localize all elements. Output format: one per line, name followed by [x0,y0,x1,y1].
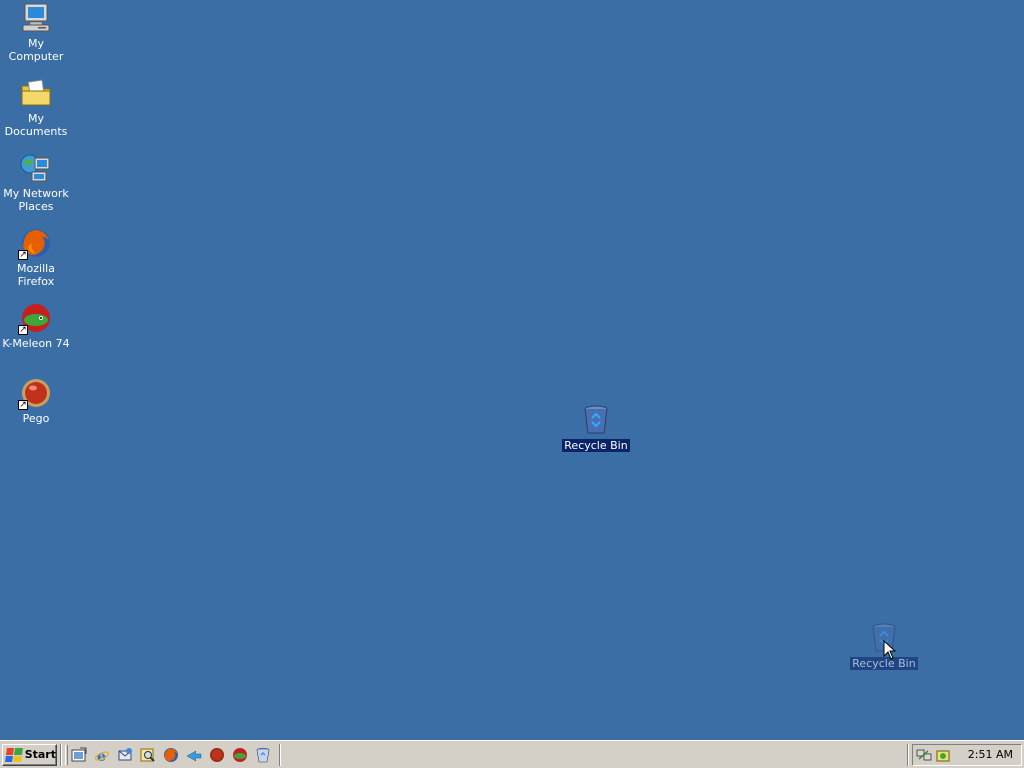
recycle-bin-icon[interactable] [255,747,271,763]
k-meleon-icon: ↗ [18,302,52,335]
outlook-express-icon[interactable] [117,747,133,763]
shortcut-arrow-icon: ↗ [18,250,28,260]
network-places-icon [20,152,52,184]
desktop-icon-network-places[interactable]: My Network Places [0,152,74,213]
desktop-icon-label: My Computer [8,37,64,63]
windows-logo-icon [5,747,23,762]
desktop-icon-my-documents[interactable]: My Documents [0,77,74,138]
security-icon[interactable] [935,747,951,763]
desktop-icon-firefox[interactable]: ↗ Mozilla Firefox [0,227,74,288]
desktop-icon-label: My Documents [4,112,68,138]
taskbar: Start e 2:51 AM [0,740,1024,768]
desktop-icon-label: K-Meleon 74 [2,337,70,350]
desktop-icon-recycle-bin[interactable]: Recycle Bin [558,404,634,452]
shortcut-arrow-icon: ↗ [18,400,28,410]
start-label: Start [24,748,56,761]
desktop-icon-k-meleon[interactable]: ↗ K-Meleon 74 [0,302,74,350]
desktop[interactable]: My Computer My Documents My Network Plac… [0,0,1024,740]
desktop-icon-label: My Network Places [3,187,69,213]
quick-launch-bar: e [71,747,271,763]
search-icon[interactable] [140,747,156,763]
desktop-icon-my-computer[interactable]: My Computer [0,2,74,63]
my-computer-icon [20,2,52,34]
task-buttons-area[interactable] [284,744,907,766]
desktop-icon-label: Mozilla Firefox [17,262,55,288]
pego-icon: ↗ [18,377,52,410]
svg-text:e: e [97,749,106,763]
quick-launch-grip[interactable] [65,744,68,765]
taskbar-separator [60,743,62,766]
desktop-icon-pego[interactable]: ↗ Pego [0,377,74,425]
show-desktop-icon[interactable] [71,747,87,763]
firefox-icon[interactable] [163,747,179,763]
system-tray: 2:51 AM [912,743,1022,766]
pego-icon[interactable] [209,747,225,763]
internet-explorer-icon[interactable]: e [94,747,110,763]
firefox-icon: ↗ [18,227,52,260]
my-documents-icon [20,77,52,109]
desktop-icon-label: Pego [22,412,50,425]
mouse-cursor-icon [883,640,897,660]
start-button[interactable]: Start [2,743,57,766]
taskbar-separator [279,743,281,766]
shortcut-arrow-icon: ↗ [18,325,28,335]
network-icon[interactable] [916,747,932,763]
clock[interactable]: 2:51 AM [968,748,1013,761]
k-meleon-icon[interactable] [232,747,248,763]
arrow-app-icon[interactable] [186,747,202,763]
desktop-icon-label: Recycle Bin [562,439,630,452]
taskbar-separator [907,743,909,766]
recycle-bin-icon [580,404,612,436]
